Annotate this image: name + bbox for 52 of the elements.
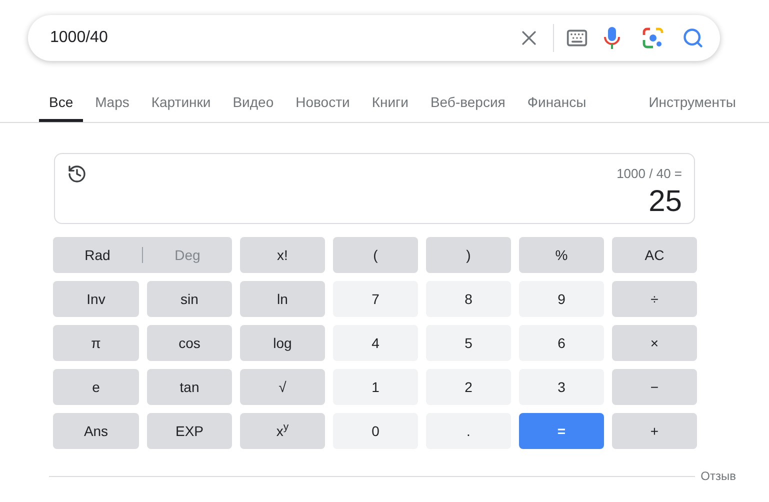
search-tab[interactable]: Видео [222, 90, 284, 122]
camera-icon[interactable] [642, 27, 664, 49]
calculator-key[interactable]: 5 [426, 325, 511, 361]
search-tab[interactable]: Финансы [517, 90, 596, 122]
calculator-key[interactable]: 8 [426, 281, 511, 317]
calculator-key[interactable]: Ans [53, 413, 139, 449]
calculator-key[interactable]: . [426, 413, 511, 449]
search-icon[interactable] [682, 27, 704, 49]
calculator-key[interactable]: EXP [147, 413, 232, 449]
calculator-key[interactable]: cos [147, 325, 232, 361]
search-tab[interactable]: Картинки [141, 90, 221, 122]
calculator-key[interactable]: x$^{y}$ [240, 413, 325, 449]
calculator-key[interactable]: + [612, 413, 697, 449]
calculator-key[interactable]: 0 [333, 413, 418, 449]
search-tab[interactable]: Книги [362, 90, 418, 122]
calculator-key[interactable]: % [519, 237, 604, 273]
calculator-key[interactable]: 3 [519, 369, 604, 405]
calculator-key[interactable]: ln [240, 281, 325, 317]
result-text: 25 [648, 184, 682, 220]
calculator-key[interactable]: = [519, 413, 604, 449]
calculator-key[interactable]: sin [147, 281, 232, 317]
calculator-key[interactable]: π [53, 325, 139, 361]
feedback-link[interactable]: Отзыв [700, 467, 736, 485]
calculator-key[interactable]: AC [612, 237, 697, 273]
calculator-key[interactable]: log [240, 325, 325, 361]
search-tab[interactable]: Maps [85, 90, 140, 122]
calculator-key[interactable]: 2 [426, 369, 511, 405]
search-field[interactable]: 1000/40 [50, 26, 517, 50]
calculator-key[interactable]: ( [333, 237, 418, 273]
calculator-key[interactable]: x! [240, 237, 325, 273]
angle-mode-button[interactable]: Rad [53, 237, 142, 273]
history-icon[interactable] [67, 164, 87, 184]
calculator-key[interactable]: ÷ [612, 281, 697, 317]
keyboard-icon[interactable] [566, 27, 588, 49]
calculator-key[interactable]: e [53, 369, 139, 405]
tools-tab[interactable]: Инструменты [648, 90, 736, 122]
calculator-key[interactable]: Inv [53, 281, 139, 317]
microphone-icon[interactable] [604, 26, 620, 50]
search-tab[interactable]: Новости [286, 90, 360, 122]
calculator-key[interactable]: 7 [333, 281, 418, 317]
calculator-key[interactable]: 6 [519, 325, 604, 361]
search-tab[interactable]: Все [39, 90, 84, 122]
calculator-key[interactable]: 4 [333, 325, 418, 361]
calculator-key[interactable]: 9 [519, 281, 604, 317]
search-tab[interactable]: Веб-версия [420, 90, 516, 122]
calculator-key[interactable]: × [612, 325, 697, 361]
calculator-key[interactable]: − [612, 369, 697, 405]
calculator-key[interactable]: 1 [333, 369, 418, 405]
expression-text: 1000 / 40 = [616, 165, 682, 183]
calculator-key[interactable]: √ [240, 369, 325, 405]
calculator-key[interactable]: ) [426, 237, 511, 273]
calculator-key[interactable]: tan [147, 369, 232, 405]
